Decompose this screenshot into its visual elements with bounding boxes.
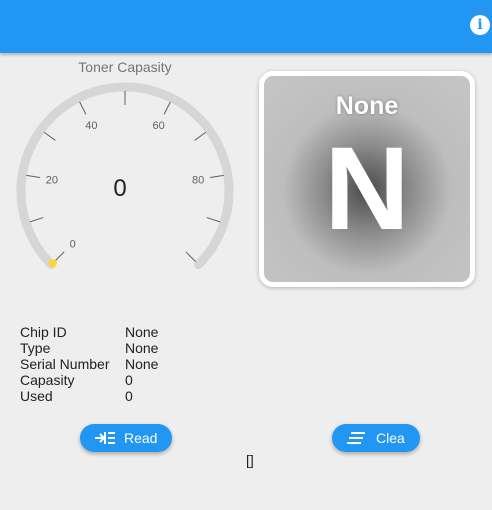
info-value: None <box>125 356 159 372</box>
read-button[interactable]: Read <box>80 424 172 452</box>
gauge-tick <box>79 101 87 115</box>
info-row-used: Used 0 <box>20 388 158 404</box>
info-label: Chip ID <box>20 324 67 340</box>
clear-all-icon <box>347 432 365 444</box>
placeholder-glyph: [] <box>246 452 254 468</box>
gauge-tick <box>163 101 171 115</box>
gauge-tick <box>53 251 65 263</box>
gauge-tick <box>185 251 197 263</box>
read-button-label: Read <box>124 430 158 446</box>
info-label: Capasity <box>20 372 75 388</box>
gauge-needle-dot <box>48 259 57 268</box>
gauge-tick-label: 20 <box>46 174 58 186</box>
info-label: Type <box>20 340 51 356</box>
gauge-tick-label: 40 <box>85 120 97 132</box>
gauge-tick <box>206 217 221 223</box>
input-arrow-icon <box>95 432 115 444</box>
info-icon[interactable]: i <box>470 15 490 35</box>
card-letter: N <box>324 123 410 255</box>
info-row-chip-id: Chip ID None <box>20 324 158 340</box>
chip-info-list: Chip ID None Type None Serial Number None C… <box>20 324 158 404</box>
gauge-tick <box>26 174 41 179</box>
gauge-value: 0 <box>113 175 127 202</box>
info-row-capasity: Capasity 0 <box>20 372 158 388</box>
gauge-tick <box>194 131 207 141</box>
gauge-tick-label: 80 <box>192 174 204 186</box>
info-value: None <box>125 324 159 340</box>
gauge-tick <box>209 174 224 179</box>
info-value: None <box>125 340 159 356</box>
chip-card: None N <box>259 71 475 287</box>
info-label: Serial Number <box>20 356 110 372</box>
info-label: Used <box>20 388 53 404</box>
gauge-tick-label: 0 <box>70 238 76 250</box>
clear-button[interactable]: Clea <box>332 424 420 452</box>
clear-button-label: Clea <box>376 430 405 446</box>
info-value: 0 <box>125 372 133 388</box>
toner-gauge: 0 20 40 60 80 <box>16 82 234 270</box>
gauge-tick <box>29 217 44 223</box>
gauge-tick-label: 60 <box>152 120 164 132</box>
info-value: 0 <box>125 388 133 404</box>
info-row-serial-number: Serial Number None <box>20 356 158 372</box>
gauge-tick <box>43 131 56 141</box>
info-row-type: Type None <box>20 340 158 356</box>
card-title: None <box>335 92 399 120</box>
